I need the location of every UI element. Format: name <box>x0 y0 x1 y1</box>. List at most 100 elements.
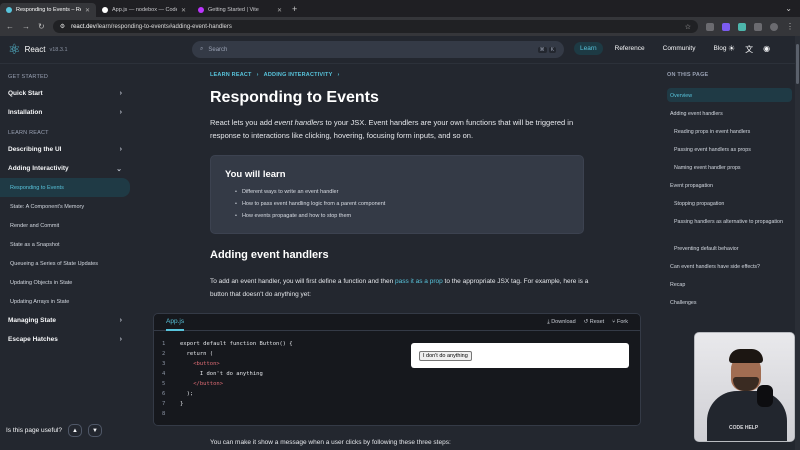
toc-item[interactable]: Overview <box>670 92 782 100</box>
header-icons: ☀ 文 ◉ <box>728 44 770 55</box>
code-editor[interactable]: 1 export default function Button() { 2 re… <box>154 331 398 425</box>
chevron-right-icon: › <box>119 90 122 97</box>
thumbs-up-icon[interactable]: ▲ <box>68 424 83 437</box>
toc-item[interactable]: Recap <box>670 281 782 289</box>
sidebar-item-quick-start[interactable]: Quick Start › <box>0 84 130 103</box>
site-info-icon[interactable]: ⚙ <box>60 23 65 30</box>
sidebar-subitem-responding-to-events[interactable]: Responding to Events <box>0 178 130 197</box>
toc-item[interactable]: Can event handlers have side effects? <box>670 263 782 271</box>
close-tab-icon[interactable]: ✕ <box>277 7 282 14</box>
you-will-learn-box: You will learn Different ways to write a… <box>210 155 584 234</box>
breadcrumb-separator-icon: › <box>337 72 340 78</box>
reload-icon[interactable]: ↻ <box>38 22 45 31</box>
nav-learn[interactable]: Learn <box>574 42 603 55</box>
back-icon[interactable]: ← <box>6 22 14 31</box>
close-tab-icon[interactable]: ✕ <box>85 7 90 14</box>
browser-tab-react[interactable]: Responding to Events – React ✕ <box>0 3 96 17</box>
sidebar-item-installation[interactable]: Installation › <box>0 103 130 122</box>
preview-button[interactable]: I don't do anything <box>419 351 472 361</box>
page-title: Responding to Events <box>210 89 379 106</box>
sidebar-subitem-state[interactable]: State: A Component's Memory <box>0 197 130 216</box>
file-tab-app-js[interactable]: App.js <box>166 314 185 331</box>
sidebar-subitem-state-as-snapshot[interactable]: State as a Snapshot <box>0 235 130 254</box>
extension-icon[interactable] <box>706 22 714 31</box>
thumbs-down-icon[interactable]: ▼ <box>88 424 103 437</box>
toc-item[interactable]: Naming event handler props <box>674 164 786 172</box>
download-button[interactable]: ⤓ Download <box>547 319 575 326</box>
toc-item[interactable]: Preventing default behavior <box>674 245 786 253</box>
code-line: 3 <button> <box>162 359 398 369</box>
you-will-learn-heading: You will learn <box>225 169 286 180</box>
sidebar-item-label: Installation <box>8 109 43 116</box>
code-line: 8 <box>162 409 398 419</box>
theme-sun-icon[interactable]: ☀ <box>728 44 735 55</box>
breadcrumb-adding-interactivity[interactable]: ADDING INTERACTIVITY <box>264 72 333 78</box>
extension-purple-icon[interactable] <box>722 22 730 31</box>
sidebar-section-get-started: GET STARTED <box>8 74 49 80</box>
line-number: 5 <box>162 381 166 387</box>
toc-item[interactable]: Challenges <box>670 299 782 307</box>
toc-item[interactable]: Reading props in event handlers <box>674 128 786 136</box>
sandbox-actions: ⤓ Download ↺ Reset ⑂ Fork <box>547 319 628 326</box>
feedback-question: Is this page useful? <box>6 427 63 434</box>
breadcrumb-learn-react[interactable]: LEARN REACT <box>210 72 252 78</box>
toc-item[interactable]: Passing event handlers as props <box>674 146 786 154</box>
fork-button[interactable]: ⑂ Fork <box>612 319 628 326</box>
toc-item[interactable]: Event propagation <box>670 182 782 190</box>
list-item: Different ways to write an event handler <box>225 186 569 198</box>
extensions-puzzle-icon[interactable] <box>754 22 762 31</box>
intro-emphasis: event handlers <box>274 118 324 127</box>
github-icon[interactable]: ◉ <box>763 44 770 55</box>
tab-search-icon[interactable]: ⌄ <box>785 4 792 13</box>
url-field[interactable]: ⚙ react.dev/learn/responding-to-events#a… <box>52 20 698 33</box>
nav-community[interactable]: Community <box>657 42 702 55</box>
breadcrumb: LEARN REACT › ADDING INTERACTIVITY › <box>210 72 340 78</box>
forward-icon[interactable]: → <box>22 22 30 31</box>
reset-button[interactable]: ↺ Reset <box>584 319 605 326</box>
sidebar-item-adding-interactivity[interactable]: Adding Interactivity ⌄ <box>0 159 130 178</box>
code-line: 7} <box>162 399 398 409</box>
section-heading: Adding event handlers <box>210 249 329 261</box>
shortcut-key: K <box>548 46 556 53</box>
browser-address-bar: ← → ↻ ⚙ react.dev/learn/responding-to-ev… <box>0 17 800 36</box>
pass-it-as-a-prop-link[interactable]: pass it as a prop <box>395 278 443 285</box>
preview-frame: I don't do anything <box>411 343 629 368</box>
browser-menu-icon[interactable]: ⋮ <box>786 22 794 31</box>
profile-avatar-icon[interactable] <box>770 22 778 31</box>
code-text: export default function Button() { <box>180 341 293 347</box>
new-tab-icon[interactable]: + <box>292 4 297 14</box>
react-atom-icon: ⚛ <box>8 41 21 57</box>
bookmark-star-icon[interactable]: ☆ <box>685 23 691 31</box>
line-number: 3 <box>162 361 166 367</box>
chevron-right-icon: › <box>119 146 122 153</box>
sidebar-item-escape-hatches[interactable]: Escape Hatches › <box>0 330 130 349</box>
extension-teal-icon[interactable] <box>738 22 746 31</box>
sidebar-subitem-updating-objects[interactable]: Updating Objects in State <box>0 273 130 292</box>
sidebar-item-label: Escape Hatches <box>8 336 58 343</box>
toc-item[interactable]: Stopping propagation <box>674 200 786 208</box>
page-scrollbar[interactable] <box>795 36 800 450</box>
you-will-learn-list: Different ways to write an event handler… <box>225 186 569 222</box>
translate-icon[interactable]: 文 <box>745 44 753 55</box>
sidebar-subitem-render-and-commit[interactable]: Render and Commit <box>0 216 130 235</box>
shirt-brand-text: CODE HELP <box>729 425 759 431</box>
scrollbar-thumb[interactable] <box>796 44 799 84</box>
tab-title: Getting Started | Vite <box>208 7 259 13</box>
browser-tab-codesandbox[interactable]: App.js — nodebox — CodeSandbox ✕ <box>96 3 192 17</box>
browser-tab-vite[interactable]: Getting Started | Vite ✕ <box>192 3 288 17</box>
react-logo-link[interactable]: ⚛ React v18.3.1 <box>8 41 188 58</box>
line-number: 7 <box>162 401 166 407</box>
sidebar-item-describing-the-ui[interactable]: Describing the UI › <box>0 140 130 159</box>
nav-reference[interactable]: Reference <box>609 42 651 55</box>
sidebar-item-managing-state[interactable]: Managing State › <box>0 311 130 330</box>
toc-item[interactable]: Adding event handlers <box>670 110 782 118</box>
line-number: 1 <box>162 341 166 347</box>
close-tab-icon[interactable]: ✕ <box>181 7 186 14</box>
toc-heading: ON THIS PAGE <box>667 72 709 78</box>
sidebar-subitem-updating-arrays[interactable]: Updating Arrays in State <box>0 292 130 311</box>
list-item: How events propagate and how to stop the… <box>225 210 569 222</box>
toc-item[interactable]: Passing handlers as alternative to propa… <box>674 218 786 234</box>
presenter-body <box>707 391 787 441</box>
search-input[interactable]: ⌕ Search ⌘ K <box>192 41 564 58</box>
sidebar-subitem-queueing-updates[interactable]: Queueing a Series of State Updates <box>0 254 130 273</box>
